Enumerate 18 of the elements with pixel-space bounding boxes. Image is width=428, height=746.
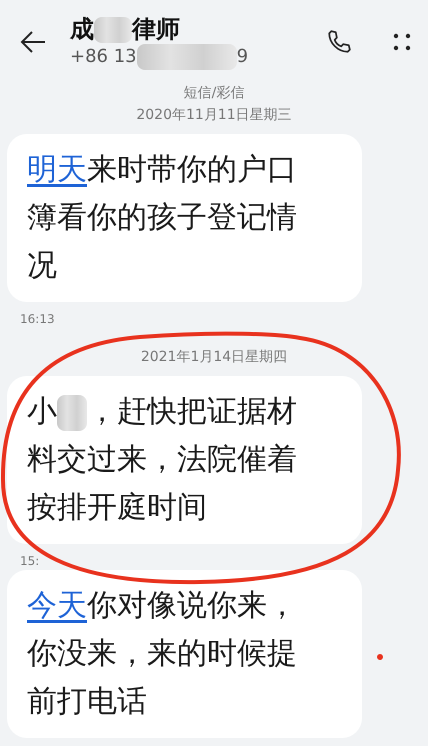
message-time: 15: [19,553,40,570]
message-text: 明天来时带你的户口簿看你的孩子登记情况 [27,151,298,285]
message-time: 16:13 [19,311,56,328]
phone-icon[interactable] [326,29,352,55]
date-link[interactable]: 明天 [27,152,87,187]
date-label: 2021年1月14日星期四 [140,348,288,367]
channel-label: 短信/彩信 [182,84,246,103]
more-icon[interactable] [392,32,412,52]
blurred-patch [94,17,132,44]
date-label: 2020年11月11日星期三 [135,106,293,125]
back-icon[interactable] [20,31,46,53]
message-text: 今天你对像说你来，你没来，来的时候提前打电话 [27,587,298,721]
contact-name: 成 律师 [70,14,181,44]
phone-number: +86 13 9 [70,44,310,70]
date-link[interactable]: 今天 [27,588,87,623]
message-text: 小 ，赶快把证据材料交过来，法院催着按排开庭时间 [27,393,298,527]
blurred-patch [57,394,87,431]
annotation-dot [377,654,383,660]
